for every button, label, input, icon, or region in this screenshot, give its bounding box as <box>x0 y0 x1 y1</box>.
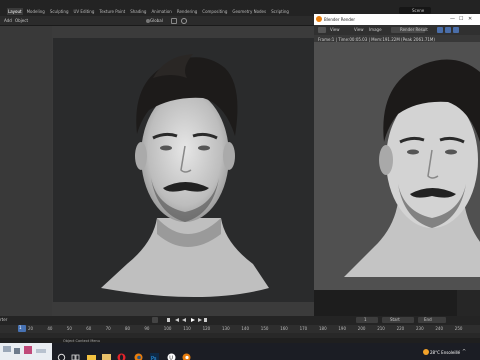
temperature: 28°C <box>430 350 440 355</box>
timeline-tick: 250 <box>454 326 463 331</box>
timeline-tick: 60 <box>86 326 92 331</box>
tab-rendering[interactable]: Rendering <box>176 8 198 15</box>
properties-area <box>457 290 480 316</box>
timeline-tick: 140 <box>241 326 250 331</box>
svg-text:Ps: Ps <box>151 356 157 360</box>
current-frame-field[interactable] <box>356 317 378 323</box>
render-slot-label: Render Result <box>400 27 428 32</box>
timeline-tick: 180 <box>319 326 327 331</box>
timeline-ruler[interactable] <box>0 325 480 333</box>
taskbar-thumbnail[interactable] <box>0 343 52 360</box>
file-explorer-icon[interactable] <box>87 347 96 360</box>
weather-condition: Ensoleillé <box>441 350 461 355</box>
timeline-tick: 200 <box>357 326 366 331</box>
weather-widget[interactable]: 28°C Ensoleillé <box>430 350 460 355</box>
opera-icon[interactable] <box>117 347 126 360</box>
end-frame-label: End <box>424 317 432 322</box>
tab-texture-paint[interactable]: Texture Paint <box>98 8 126 15</box>
tab-modeling[interactable]: Modeling <box>26 8 46 15</box>
add-menu[interactable]: Add <box>4 19 12 23</box>
thumbnail-preview-icon <box>3 346 46 354</box>
workspace-tabs: Layout Modeling Sculpting UV Editing Tex… <box>7 8 290 15</box>
tab-layout[interactable]: Layout <box>7 8 23 15</box>
display-channels-icon[interactable] <box>453 27 459 33</box>
tab-geometry-nodes[interactable]: Geometry Nodes <box>231 8 267 15</box>
timeline-tick: 120 <box>202 326 211 331</box>
head-render-image <box>101 54 269 297</box>
task-view-icon[interactable] <box>71 347 80 360</box>
render-result-canvas[interactable] <box>314 42 480 290</box>
tab-sculpting[interactable]: Sculpting <box>49 8 70 15</box>
end-frame-field[interactable] <box>418 317 446 323</box>
timeline-tick: 40 <box>47 326 53 331</box>
editor-type-icon[interactable] <box>318 27 326 33</box>
playhead-frame: 1 <box>19 325 22 330</box>
start-frame-label: Start <box>390 317 400 322</box>
start-icon[interactable] <box>57 347 66 360</box>
timeline-tick: 50 <box>66 326 72 331</box>
blender-app-icon[interactable] <box>134 347 143 360</box>
timeline-tick: 150 <box>260 326 269 331</box>
timeline-tick: 190 <box>338 326 347 331</box>
image-menu[interactable]: Image <box>369 28 382 32</box>
timeline-tick: 230 <box>416 326 424 331</box>
playback-controls[interactable] <box>167 317 207 323</box>
scene-label: Scene <box>412 8 425 13</box>
timeline-tick: 240 <box>435 326 444 331</box>
view-menu[interactable]: View <box>330 28 340 32</box>
current-frame-value: 1 <box>364 317 367 322</box>
pass-icon[interactable] <box>445 27 451 33</box>
minimize-icon[interactable]: — <box>450 16 455 22</box>
close-icon[interactable]: ✕ <box>468 16 472 22</box>
explorer-icon[interactable] <box>102 347 111 360</box>
display-channel-icons <box>437 27 459 33</box>
blender-window-icon[interactable] <box>182 347 191 360</box>
blender-logo-icon <box>316 16 322 22</box>
proportional-editing-icon[interactable] <box>181 18 187 24</box>
timeline-tick: 170 <box>299 326 308 331</box>
unreal-engine-icon[interactable]: U <box>167 347 176 360</box>
object-menu[interactable]: Object <box>15 19 28 23</box>
camera-view[interactable] <box>53 38 314 302</box>
snap-icon[interactable] <box>171 18 177 24</box>
tab-uv-editing[interactable]: UV Editing <box>73 8 96 15</box>
timeline-tick: 220 <box>396 326 405 331</box>
maximize-icon[interactable]: ☐ <box>459 16 463 22</box>
tab-compositing[interactable]: Compositing <box>201 8 228 15</box>
tab-shading[interactable]: Shading <box>129 8 147 15</box>
timeline-tick: 90 <box>144 326 150 331</box>
timeline-tick: 110 <box>183 326 191 331</box>
view-layer-icon[interactable] <box>437 27 443 33</box>
viewport-passepartout <box>0 26 52 316</box>
render-result-image <box>314 42 480 290</box>
photoshop-icon[interactable]: Ps <box>150 347 159 360</box>
timeline-tick: 80 <box>125 326 131 331</box>
view-menu-2[interactable]: View <box>354 28 364 32</box>
timeline-tick: 100 <box>163 326 172 331</box>
orientation-dropdown[interactable]: Global <box>150 19 163 23</box>
timeline-tick: 210 <box>377 326 385 331</box>
timeline-tick: 20 <box>28 326 34 331</box>
render-window-title: Blender Render <box>324 17 356 22</box>
record-icon[interactable] <box>152 317 158 323</box>
timeline-tick: 130 <box>222 326 230 331</box>
weather-sun-icon <box>423 349 429 355</box>
tab-animation[interactable]: Animation <box>150 8 172 15</box>
tray-chevron-up-icon[interactable]: ^ <box>462 349 466 355</box>
tab-scripting[interactable]: Scripting <box>270 8 290 15</box>
timeline-tick: 70 <box>105 326 111 331</box>
svg-text:U: U <box>169 356 173 360</box>
timeline-tick: 160 <box>280 326 288 331</box>
timeline-menu-label[interactable]: rter <box>0 318 7 322</box>
